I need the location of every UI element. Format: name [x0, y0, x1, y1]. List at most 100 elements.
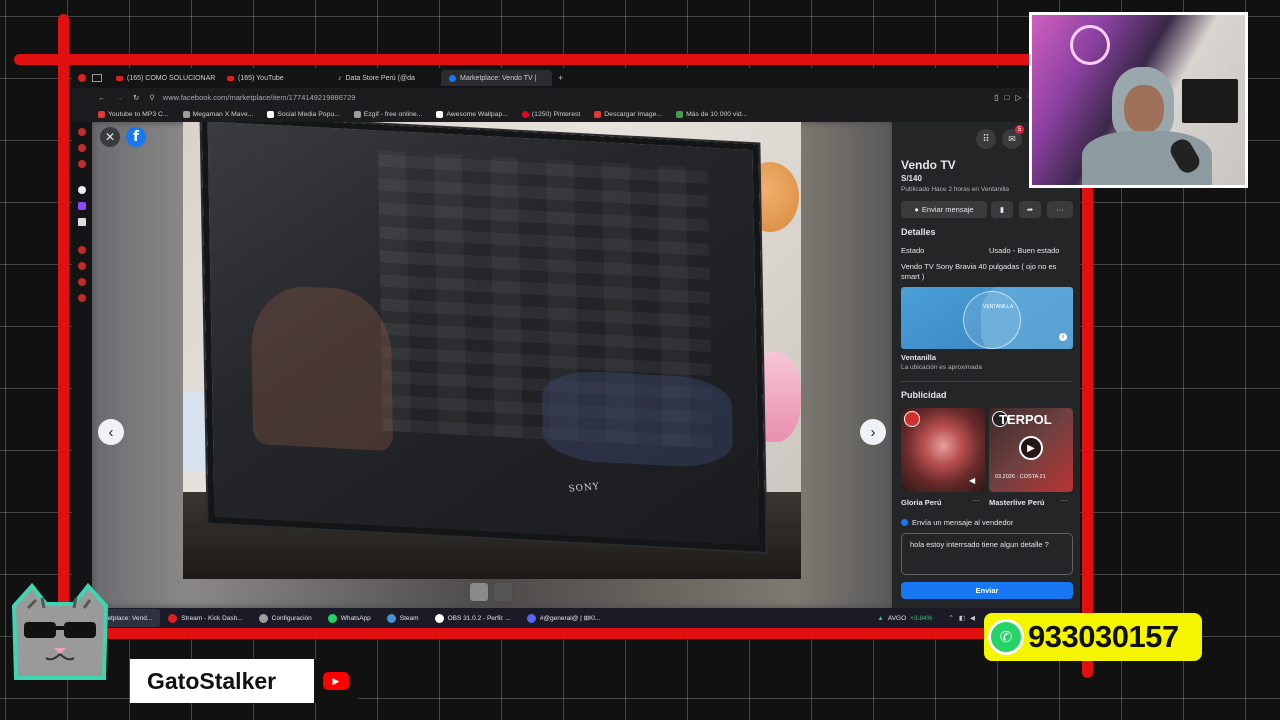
ad-name: Gloria Perú	[901, 498, 942, 507]
tab-label: Marketplace: Vendo TV |	[460, 74, 537, 82]
bookmark-item[interactable]: Más de 10 000 vid...	[676, 110, 748, 118]
taskbar-item-obs[interactable]: OBS 31.0.2 - Perfil: ...	[427, 609, 519, 627]
youtube-icon	[116, 75, 123, 81]
bookmarks-bar: Youtube to MP3 C... Megaman X Mave... So…	[72, 106, 1080, 122]
photo-tv: SONY	[201, 122, 766, 552]
sidebar-app-icon[interactable]	[78, 278, 86, 286]
close-icon[interactable]: ✕	[100, 127, 120, 147]
ad-more-icon[interactable]: ···	[1060, 496, 1068, 505]
phone-number: 933030157	[1028, 619, 1179, 654]
taskbar-label: Configuración	[271, 614, 312, 622]
tab-marketplace[interactable]: Marketplace: Vendo TV |	[441, 70, 552, 86]
bookmark-item[interactable]: Social Media Popu...	[267, 110, 340, 118]
bookmark-label: Más de 10 000 vid...	[686, 110, 748, 118]
obs-icon	[434, 613, 444, 623]
forward-arrow-icon[interactable]: →	[116, 93, 124, 102]
listing-title: Vendo TV	[901, 158, 956, 172]
send-message-button[interactable]: ● Enviar mensaje	[901, 201, 987, 218]
taskbar-item-whatsapp[interactable]: WhatsApp	[320, 609, 379, 627]
send-message-label: Enviar mensaje	[921, 205, 974, 214]
sidebar-app-icon[interactable]	[78, 144, 86, 152]
location-map[interactable]: VENTANILLA i	[901, 287, 1073, 349]
message-input[interactable]: hola estoy interrsado tiene algun detall…	[901, 533, 1073, 575]
taskbar-label: Steam	[399, 614, 419, 622]
bookmark-icon	[267, 110, 275, 118]
more-options-button[interactable]: ···	[1047, 201, 1073, 218]
facebook-logo-icon[interactable]: f	[126, 127, 146, 147]
tab-switcher-icon[interactable]	[92, 74, 102, 82]
stock-ticker[interactable]: ▲ AVGO +3.84%	[869, 609, 940, 627]
map-info-icon[interactable]: i	[1059, 333, 1067, 341]
photo-viewer: SONY ✕ f ‹ ›	[92, 122, 892, 608]
youtube-logo-icon: ▶	[314, 659, 358, 703]
sidebar-app-icon[interactable]	[78, 262, 86, 270]
sidebar-app-icon[interactable]	[78, 294, 86, 302]
ad-thumbnail[interactable]: ◀	[901, 408, 985, 492]
tab-label: (165) COMO SOLUCIONAR	[127, 74, 216, 82]
frame-left-line	[58, 14, 69, 650]
taskbar-item-steam[interactable]: Steam	[379, 609, 427, 627]
map-place-label: VENTANILLA	[983, 304, 1014, 310]
bookmark-item[interactable]: Descargar Image...	[594, 110, 663, 118]
youtube-icon	[227, 75, 234, 81]
volume-icon[interactable]: ◀	[969, 476, 975, 485]
play-button[interactable]: ▶	[1019, 436, 1043, 460]
tab-youtube-2[interactable]: (165) YouTube	[219, 70, 330, 86]
site-info-icon[interactable]: ⚲	[149, 93, 155, 102]
system-tray[interactable]: ⌃◧◀	[940, 609, 988, 627]
listing-published: Publicado Hace 2 horas en Ventanilla	[901, 186, 1010, 193]
taskbar-item-discord[interactable]: #@general@ | ⊞Kl...	[519, 609, 608, 627]
browser-menu-icon[interactable]	[78, 74, 86, 82]
sidebar-app-icon[interactable]	[78, 160, 86, 168]
taskbar-label: Stream - Kick Dash...	[181, 614, 243, 622]
bookmark-item[interactable]: Youtube to MP3 C...	[98, 110, 169, 118]
url-field[interactable]: www.facebook.com/marketplace/item/177414…	[163, 93, 356, 102]
menu-grid-icon[interactable]: ⠿	[976, 129, 996, 149]
new-tab-button[interactable]: +	[558, 73, 563, 83]
sidebar-app-icon[interactable]	[78, 186, 86, 194]
whatsapp-icon: ✆	[988, 619, 1024, 655]
previous-photo-button[interactable]: ‹	[98, 419, 124, 445]
bookmark-item[interactable]: Awesome Wallpap...	[436, 110, 508, 118]
tab-youtube-1[interactable]: (165) COMO SOLUCIONAR	[108, 70, 219, 86]
bookmark-label: Social Media Popu...	[277, 110, 340, 118]
gear-icon	[258, 613, 268, 623]
cat-logo	[11, 582, 109, 680]
messenger-icon: ●	[914, 205, 919, 214]
browser-window: (165) COMO SOLUCIONAR (165) YouTube ♪ Dat…	[72, 68, 1080, 628]
browser-icon	[168, 613, 178, 623]
youtube-play-icon: ▶	[323, 672, 349, 690]
ad-thumbnail[interactable]: TERPOL ▶ 03.2026 · COSTA 21	[989, 408, 1073, 492]
ad-logo-icon	[904, 411, 920, 427]
send-button[interactable]: Enviar	[901, 582, 1073, 599]
taskbar-label: OBS 31.0.2 - Perfil: ...	[447, 614, 511, 622]
photo-thumbnail[interactable]	[470, 583, 488, 601]
back-arrow-icon[interactable]: ←	[98, 93, 106, 102]
bookmark-item[interactable]: (1250) Pinterest	[521, 110, 580, 118]
reload-icon[interactable]: ↻	[133, 93, 139, 102]
taskbar-item-stream[interactable]: Stream - Kick Dash...	[160, 609, 250, 627]
bookmark-icon: ▮	[999, 205, 1005, 214]
bookmark-icon	[676, 110, 684, 118]
bookmark-icon	[353, 110, 361, 118]
whatsapp-icon	[327, 613, 337, 623]
bookmark-icon	[182, 110, 190, 118]
bookmark-item[interactable]: Megaman X Mave...	[182, 110, 253, 118]
next-photo-button[interactable]: ›	[860, 419, 886, 445]
twitch-icon[interactable]	[78, 202, 86, 210]
tab-label: Data Store Perú (@da	[345, 74, 415, 82]
x-icon[interactable]	[78, 218, 86, 226]
share-button[interactable]: ➦	[1019, 201, 1041, 218]
photo-thumbnail[interactable]	[494, 583, 512, 601]
bookmark-label: Descargar Image...	[604, 110, 663, 118]
bookmark-icon	[436, 110, 444, 118]
tab-tiktok[interactable]: ♪ Data Store Perú (@da	[330, 70, 441, 86]
pinterest-icon	[521, 110, 529, 118]
sidebar-app-icon[interactable]	[78, 246, 86, 254]
frame-bottom-line	[58, 628, 1093, 639]
taskbar-item-settings[interactable]: Configuración	[251, 609, 320, 627]
ad-more-icon[interactable]: ···	[972, 496, 980, 505]
save-button[interactable]: ▮	[991, 201, 1013, 218]
bookmark-item[interactable]: Ezgif - free online...	[353, 110, 422, 118]
sidebar-app-icon[interactable]	[78, 128, 86, 136]
